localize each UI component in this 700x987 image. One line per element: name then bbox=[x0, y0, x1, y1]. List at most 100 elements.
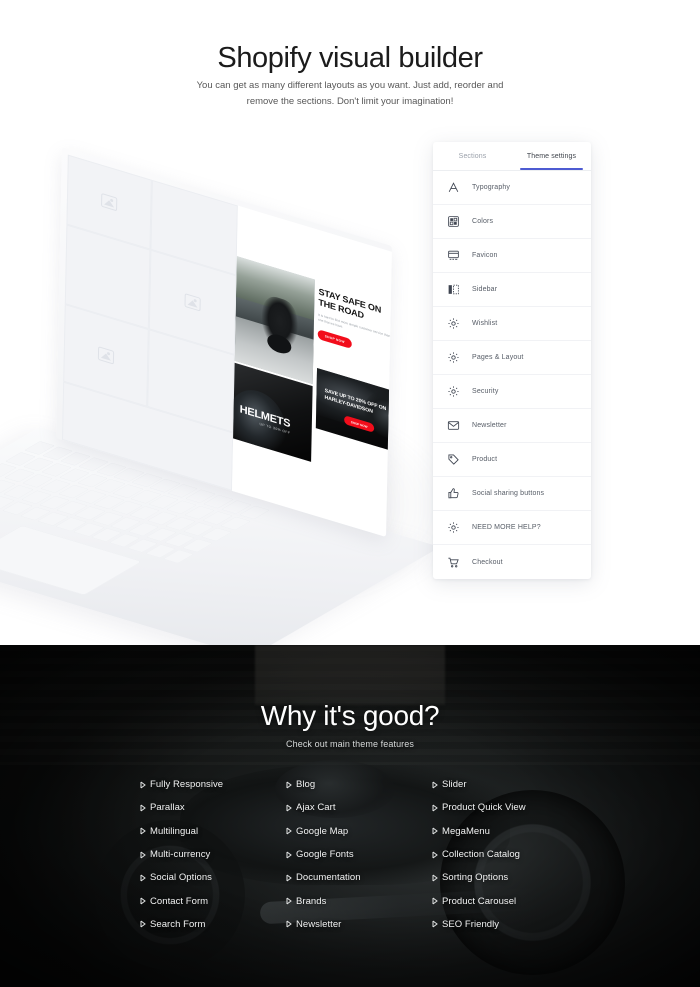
settings-item-newsletter[interactable]: Newsletter bbox=[433, 409, 591, 443]
hero-banner-text: STAY SAFE ON THE ROAD It is hard to find… bbox=[317, 286, 392, 363]
chevron-right-icon bbox=[432, 920, 442, 928]
settings-item-typography[interactable]: Typography bbox=[433, 171, 591, 205]
feature-label: Product Quick View bbox=[442, 802, 526, 814]
feature-item: Sorting Options bbox=[432, 866, 578, 889]
settings-item-label: Pages & Layout bbox=[472, 354, 524, 361]
typography-icon bbox=[446, 180, 461, 195]
page-title: Shopify visual builder bbox=[217, 42, 483, 74]
settings-item-label: Checkout bbox=[472, 558, 503, 566]
tag-icon bbox=[446, 452, 461, 467]
settings-item-social-sharing[interactable]: Social sharing buttons bbox=[433, 477, 591, 511]
features-column-3: Slider Product Quick View MegaMenu Colle… bbox=[432, 773, 578, 936]
feature-item: Search Form bbox=[140, 913, 286, 936]
chevron-right-icon bbox=[286, 827, 296, 835]
settings-item-product[interactable]: Product bbox=[433, 443, 591, 477]
favicon-icon bbox=[446, 248, 461, 263]
feature-item: Fully Responsive bbox=[140, 773, 286, 796]
chevron-right-icon bbox=[432, 827, 442, 835]
settings-item-label: Sidebar bbox=[472, 286, 498, 293]
settings-item-need-more-help[interactable]: NEED MORE HELP? bbox=[433, 511, 591, 545]
settings-item-favicon[interactable]: Favicon bbox=[433, 239, 591, 273]
chevron-right-icon bbox=[286, 804, 296, 812]
gear-icon bbox=[446, 520, 461, 535]
store-preview: STAY SAFE ON THE ROAD It is hard to find… bbox=[231, 205, 392, 537]
feature-label: Brands bbox=[296, 895, 327, 907]
features-section: Why it's good? Check out main theme feat… bbox=[0, 645, 700, 987]
cart-icon bbox=[446, 555, 461, 570]
tab-sections[interactable]: Sections bbox=[433, 142, 512, 170]
chevron-right-icon bbox=[286, 897, 296, 905]
feature-label: Search Form bbox=[150, 918, 206, 930]
feature-label: Fully Responsive bbox=[150, 779, 224, 791]
laptop-mockup: STAY SAFE ON THE ROAD It is hard to find… bbox=[0, 145, 460, 645]
settings-item-label: Wishlist bbox=[472, 320, 498, 327]
thumbs-up-icon bbox=[446, 486, 461, 501]
settings-item-pages-layout[interactable]: Pages & Layout bbox=[433, 341, 591, 375]
page-subtitle: You can get as many different layouts as… bbox=[196, 80, 504, 107]
feature-label: Blog bbox=[296, 779, 316, 791]
features-column-2: Blog Ajax Cart Google Map Google Fonts D… bbox=[286, 773, 432, 936]
features-title: Why it's good? bbox=[260, 700, 440, 731]
colors-icon bbox=[446, 214, 461, 229]
feature-label: Social Options bbox=[150, 872, 212, 884]
feature-item: Ajax Cart bbox=[286, 796, 432, 819]
chevron-right-icon bbox=[432, 897, 442, 905]
envelope-icon bbox=[446, 418, 461, 433]
settings-item-label: Security bbox=[472, 388, 499, 395]
settings-item-label: Colors bbox=[472, 218, 494, 225]
feature-item: Product Carousel bbox=[432, 889, 578, 912]
settings-item-label: Product bbox=[472, 456, 498, 463]
features-subtitle: Check out main theme features bbox=[286, 739, 414, 749]
chevron-right-icon bbox=[140, 897, 150, 905]
feature-label: Google Fonts bbox=[296, 849, 354, 861]
chevron-right-icon bbox=[432, 851, 442, 859]
chevron-right-icon bbox=[140, 827, 150, 835]
feature-label: Contact Form bbox=[150, 895, 209, 907]
chevron-right-icon bbox=[286, 781, 296, 789]
feature-item: Social Options bbox=[140, 866, 286, 889]
feature-label: Newsletter bbox=[296, 918, 342, 930]
feature-item: Newsletter bbox=[286, 913, 432, 936]
feature-item: MegaMenu bbox=[432, 820, 578, 843]
chevron-right-icon bbox=[140, 781, 150, 789]
feature-label: SEO Friendly bbox=[442, 918, 500, 930]
motorcycle-photo bbox=[234, 256, 315, 385]
feature-label: MegaMenu bbox=[442, 825, 490, 837]
gear-icon bbox=[446, 316, 461, 331]
theme-settings-panel: Sections Theme settings Typography Color… bbox=[433, 142, 591, 579]
feature-label: Multilingual bbox=[150, 825, 199, 837]
sidebar-icon bbox=[446, 282, 461, 297]
chevron-right-icon bbox=[140, 851, 150, 859]
hero-section: Shopify visual builder You can get as ma… bbox=[0, 0, 700, 645]
settings-item-label: NEED MORE HELP? bbox=[472, 524, 541, 531]
feature-item: Google Fonts bbox=[286, 843, 432, 866]
feature-label: Slider bbox=[442, 779, 467, 791]
feature-label: Product Carousel bbox=[442, 895, 517, 907]
settings-item-sidebar[interactable]: Sidebar bbox=[433, 273, 591, 307]
hero-banner-button[interactable]: SHOP NOW bbox=[317, 329, 352, 350]
settings-item-label: Social sharing buttons bbox=[472, 490, 545, 497]
feature-item: Multilingual bbox=[140, 820, 286, 843]
feature-item: Blog bbox=[286, 773, 432, 796]
feature-item: Documentation bbox=[286, 866, 432, 889]
settings-item-security[interactable]: Security bbox=[433, 375, 591, 409]
settings-item-wishlist[interactable]: Wishlist bbox=[433, 307, 591, 341]
feature-item: Brands bbox=[286, 889, 432, 912]
feature-label: Parallax bbox=[150, 802, 185, 814]
settings-item-checkout[interactable]: Checkout bbox=[433, 545, 591, 579]
feature-label: Sorting Options bbox=[442, 872, 509, 884]
image-placeholder-icon bbox=[184, 293, 201, 312]
settings-item-colors[interactable]: Colors bbox=[433, 205, 591, 239]
settings-item-label: Newsletter bbox=[472, 422, 507, 429]
tab-theme-settings[interactable]: Theme settings bbox=[512, 142, 591, 170]
panel-tab-bar: Sections Theme settings bbox=[433, 142, 591, 171]
gear-icon bbox=[446, 384, 461, 399]
feature-item: Multi-currency bbox=[140, 843, 286, 866]
feature-label: Google Map bbox=[296, 825, 349, 837]
feature-label: Documentation bbox=[296, 872, 361, 884]
feature-item: Contact Form bbox=[140, 889, 286, 912]
feature-item: Collection Catalog bbox=[432, 843, 578, 866]
feature-item: SEO Friendly bbox=[432, 913, 578, 936]
features-columns: Fully Responsive Parallax Multilingual M… bbox=[140, 773, 580, 936]
feature-label: Ajax Cart bbox=[296, 802, 336, 814]
